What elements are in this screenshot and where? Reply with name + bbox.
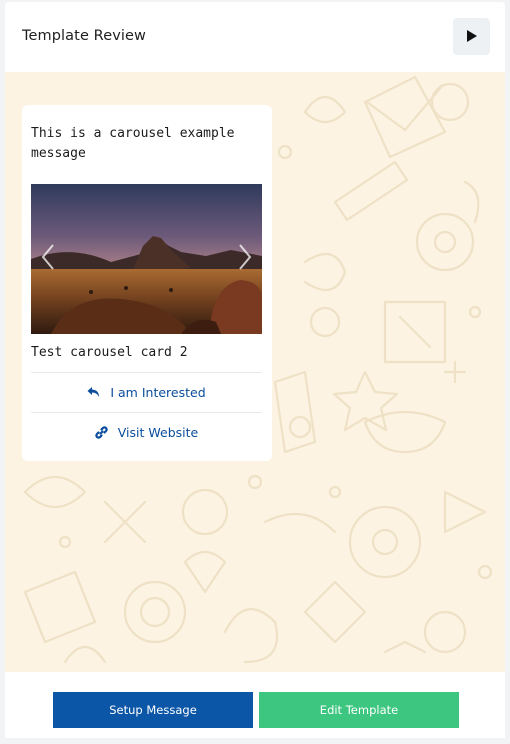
preview-play-button[interactable] [453, 18, 490, 55]
i-am-interested-label: I am Interested [110, 384, 206, 400]
visit-website-button[interactable]: Visit Website [31, 413, 262, 451]
chevron-right-icon[interactable] [234, 237, 256, 277]
action-footer: Setup Message Edit Template [5, 682, 505, 738]
message-body: This is a carousel example message [31, 126, 235, 161]
desert-landscape-photo [31, 184, 262, 334]
panel-header: Template Review [5, 2, 505, 72]
chat-preview-area: This is a carousel example message Test … [5, 72, 505, 672]
carousel-card-title: Test carousel card 2 [31, 345, 188, 360]
i-am-interested-button[interactable]: I am Interested [31, 373, 262, 411]
page-title: Template Review [22, 28, 147, 44]
edit-template-button[interactable]: Edit Template [259, 692, 459, 728]
chevron-left-icon[interactable] [37, 237, 59, 277]
message-bubble: This is a carousel example message Test … [22, 105, 272, 461]
setup-message-button[interactable]: Setup Message [53, 692, 253, 728]
reply-icon [87, 386, 100, 398]
visit-website-label: Visit Website [117, 424, 199, 440]
play-icon [467, 30, 477, 42]
link-icon [95, 425, 108, 439]
carousel-card-image [31, 184, 262, 334]
